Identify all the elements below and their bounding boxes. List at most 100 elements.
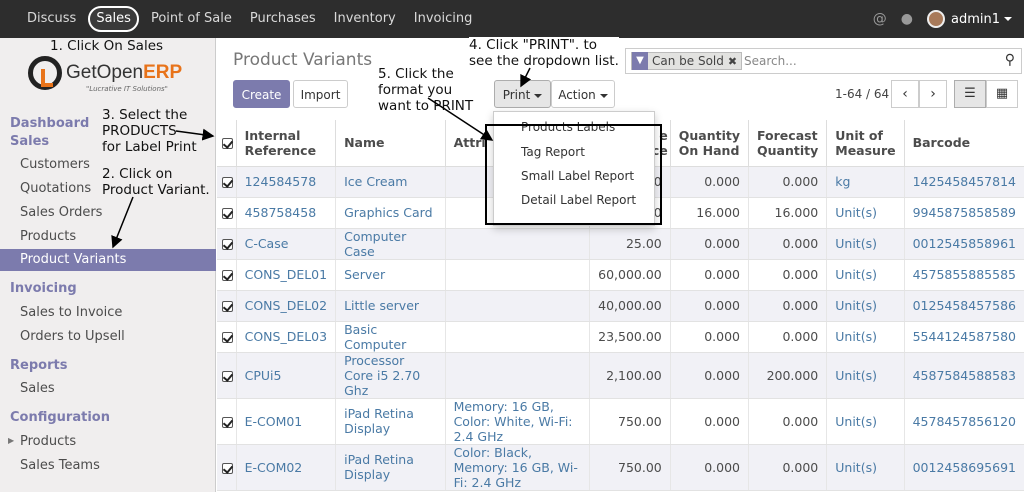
cell-unit-of-measure[interactable]: Unit(s) bbox=[826, 444, 905, 491]
cell-internal-reference[interactable]: CPUi5 bbox=[235, 352, 336, 399]
header-quantity-on-hand[interactable]: Quantity On Hand bbox=[669, 120, 749, 167]
sidebar-item-sales-orders[interactable]: Sales Orders bbox=[20, 205, 102, 220]
cell-unit-of-measure[interactable]: Unit(s) bbox=[826, 259, 905, 291]
at-icon[interactable]: @ bbox=[873, 11, 887, 27]
company-logo[interactable]: GetOpenERP "Lucrative IT Solutions" bbox=[28, 56, 198, 96]
header-unit-of-measure[interactable]: Unit of Measure bbox=[826, 120, 905, 167]
cell-name[interactable]: Graphics Card bbox=[335, 197, 446, 229]
cell-internal-reference[interactable]: C-Case bbox=[235, 228, 336, 260]
cell-barcode[interactable]: 9945875858589 bbox=[903, 197, 1024, 229]
cell-attributes[interactable] bbox=[444, 352, 590, 399]
import-button[interactable]: Import bbox=[293, 80, 348, 108]
menu-sales[interactable]: Sales bbox=[88, 6, 139, 32]
table-row[interactable]: CONS_DEL02 Little server 40,000.00 0.000 0.0… bbox=[217, 290, 1024, 322]
close-icon[interactable]: ✖ bbox=[728, 55, 741, 68]
search-icon[interactable]: ⚲ bbox=[1005, 52, 1015, 68]
cell-barcode[interactable]: 0012545858961 bbox=[903, 228, 1024, 260]
sidebar-item-sales-to-invoice[interactable]: Sales to Invoice bbox=[20, 305, 122, 320]
menu-point-of-sale[interactable]: Point of Sale bbox=[142, 0, 241, 38]
row-checkbox[interactable] bbox=[217, 228, 237, 260]
sidebar-heading-dashboard[interactable]: Dashboard bbox=[10, 116, 89, 131]
header-barcode[interactable]: Barcode bbox=[903, 120, 1024, 167]
table-row[interactable]: E-COM01 iPad Retina Display Memory: 16 GB,… bbox=[217, 398, 1024, 445]
cell-internal-reference[interactable]: CONS_DEL02 bbox=[235, 290, 336, 322]
cell-internal-reference[interactable]: CONS_DEL01 bbox=[235, 259, 336, 291]
menu-discuss[interactable]: Discuss bbox=[18, 0, 85, 38]
cell-unit-of-measure[interactable]: Unit(s) bbox=[826, 197, 905, 229]
table-row[interactable]: C-Case Computer Case 25.00 0.000 0.000 Unit(s… bbox=[217, 228, 1024, 260]
table-row[interactable]: E-COM02 iPad Retina Display Color: Black, … bbox=[217, 444, 1024, 491]
cell-barcode[interactable]: 0012458695691 bbox=[903, 444, 1024, 491]
cell-internal-reference[interactable]: 124584578 bbox=[235, 166, 336, 198]
cell-name[interactable]: Server bbox=[335, 259, 446, 291]
sidebar-item-quotations[interactable]: Quotations bbox=[20, 181, 91, 196]
header-forecast-quantity[interactable]: Forecast Quantity bbox=[748, 120, 827, 167]
chat-icon[interactable]: ● bbox=[901, 11, 913, 27]
cell-attributes[interactable]: Color: Black, Memory: 16 GB, Wi-Fi: 2.4 … bbox=[444, 444, 590, 491]
pager-previous-button[interactable]: ‹ bbox=[891, 80, 919, 108]
row-checkbox[interactable] bbox=[217, 259, 237, 291]
cell-barcode[interactable]: 4578457856120 bbox=[903, 398, 1024, 445]
cell-attributes[interactable] bbox=[444, 290, 590, 322]
kanban-view-button[interactable]: ▦ bbox=[986, 80, 1018, 108]
search-bar[interactable]: ▼ Can be Sold ✖ Search... ⚲ bbox=[625, 48, 1022, 74]
table-row[interactable]: CONS_DEL03 Basic Computer 23,500.00 0.000 0.… bbox=[217, 321, 1024, 353]
sidebar-item-orders-to-upsell[interactable]: Orders to Upsell bbox=[20, 329, 125, 344]
cell-barcode[interactable]: 5544124587580 bbox=[903, 321, 1024, 353]
cell-internal-reference[interactable]: CONS_DEL03 bbox=[235, 321, 336, 353]
row-checkbox[interactable] bbox=[217, 398, 237, 445]
cell-attributes[interactable] bbox=[444, 259, 590, 291]
cell-internal-reference[interactable]: 458758458 bbox=[235, 197, 336, 229]
sidebar-item-sales-teams[interactable]: Sales Teams bbox=[20, 458, 100, 473]
cell-attributes[interactable] bbox=[444, 321, 590, 353]
table-row[interactable]: CPUi5 Processor Core i5 2.70 Ghz 2,100.00 0… bbox=[217, 352, 1024, 399]
cell-barcode[interactable]: 4587584588583 bbox=[903, 352, 1024, 399]
create-button[interactable]: Create bbox=[233, 80, 290, 108]
cell-barcode[interactable]: 1425458457814 bbox=[903, 166, 1024, 198]
cell-internal-reference[interactable]: E-COM02 bbox=[235, 444, 336, 491]
menu-invoicing[interactable]: Invoicing bbox=[405, 0, 482, 38]
cell-attributes[interactable] bbox=[444, 228, 590, 260]
row-checkbox[interactable] bbox=[217, 352, 237, 399]
row-checkbox[interactable] bbox=[217, 444, 237, 491]
user-menu[interactable]: admin1 bbox=[951, 12, 1012, 27]
cell-barcode[interactable]: 4575855885585 bbox=[903, 259, 1024, 291]
cell-barcode[interactable]: 0125458457586 bbox=[903, 290, 1024, 322]
sidebar-item-customers[interactable]: Customers bbox=[20, 157, 90, 172]
cell-unit-of-measure[interactable]: Unit(s) bbox=[826, 321, 905, 353]
sidebar-heading-configuration[interactable]: Configuration bbox=[10, 410, 110, 425]
menu-inventory[interactable]: Inventory bbox=[325, 0, 405, 38]
sidebar-heading-reports[interactable]: Reports bbox=[10, 358, 67, 373]
sidebar-item-products[interactable]: Products bbox=[20, 229, 76, 244]
cell-unit-of-measure[interactable]: kg bbox=[826, 166, 905, 198]
search-input[interactable]: Search... bbox=[744, 54, 797, 68]
filter-facet[interactable]: ▼ Can be Sold ✖ bbox=[631, 52, 743, 70]
cell-unit-of-measure[interactable]: Unit(s) bbox=[826, 398, 905, 445]
select-all-checkbox[interactable] bbox=[217, 120, 237, 167]
header-internal-reference[interactable]: Internal Reference bbox=[235, 120, 336, 167]
sidebar-item-product-variants[interactable]: Product Variants bbox=[0, 249, 216, 271]
table-row[interactable]: CONS_DEL01 Server 60,000.00 0.000 0.000 Unit(… bbox=[217, 259, 1024, 291]
sidebar-item-reports-sales[interactable]: Sales bbox=[20, 381, 55, 396]
cell-name[interactable]: iPad Retina Display bbox=[335, 444, 446, 491]
action-button[interactable]: Action bbox=[551, 80, 615, 108]
cell-name[interactable]: Computer Case bbox=[335, 228, 446, 260]
sidebar-heading-sales[interactable]: Sales bbox=[10, 134, 49, 149]
sidebar-item-config-products[interactable]: Products bbox=[20, 434, 76, 449]
avatar[interactable] bbox=[926, 10, 945, 28]
cell-unit-of-measure[interactable]: Unit(s) bbox=[826, 352, 905, 399]
row-checkbox[interactable] bbox=[217, 290, 237, 322]
cell-name[interactable]: Basic Computer bbox=[335, 321, 446, 353]
sidebar-heading-invoicing[interactable]: Invoicing bbox=[10, 281, 77, 296]
header-name[interactable]: Name bbox=[335, 120, 446, 167]
list-view-button[interactable]: ☰ bbox=[954, 80, 986, 108]
row-checkbox[interactable] bbox=[217, 197, 237, 229]
cell-name[interactable]: Little server bbox=[335, 290, 446, 322]
pager-value[interactable]: 1-64 / 64 bbox=[835, 87, 889, 101]
cell-name[interactable]: Processor Core i5 2.70 Ghz bbox=[335, 352, 446, 399]
cell-unit-of-measure[interactable]: Unit(s) bbox=[826, 228, 905, 260]
menu-purchases[interactable]: Purchases bbox=[241, 0, 325, 38]
cell-internal-reference[interactable]: E-COM01 bbox=[235, 398, 336, 445]
row-checkbox[interactable] bbox=[217, 321, 237, 353]
cell-unit-of-measure[interactable]: Unit(s) bbox=[826, 290, 905, 322]
